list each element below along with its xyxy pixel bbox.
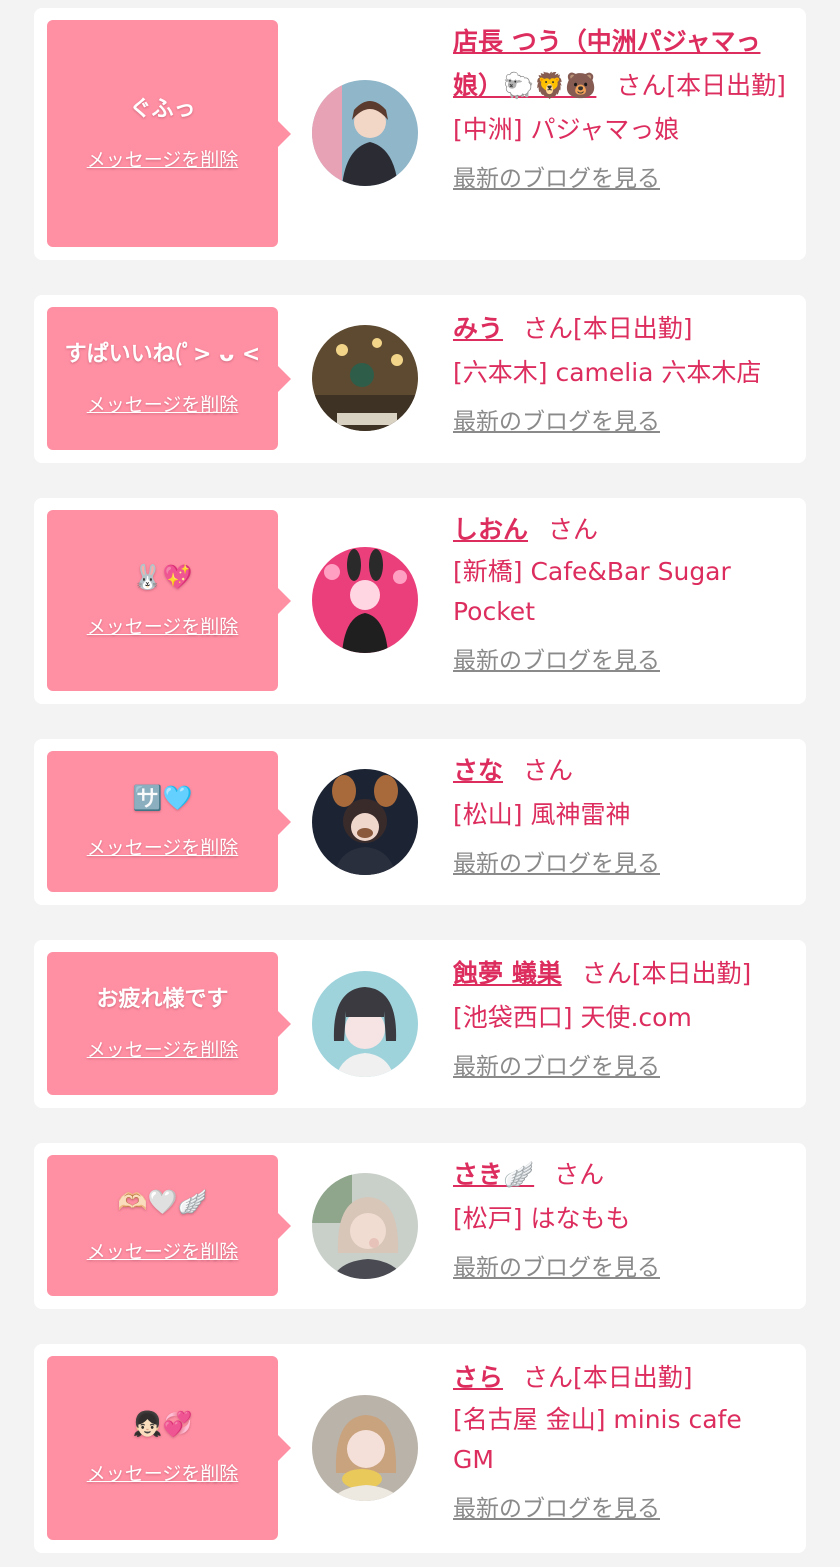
sender-info: 蝕夢 蟻巣 さん[本日出勤] [池袋西口] 天使.com 最新のブログを見る (453, 952, 793, 1088)
avatar[interactable] (312, 1173, 418, 1279)
message-card: ぐふっ メッセージを削除 店長 つう（中洲パジャマっ娘）🐑🦁🐻 さん[本日出勤] … (34, 8, 806, 260)
message-text: 👧🏻💞 (132, 1410, 193, 1438)
honorific: さん (554, 1160, 605, 1189)
message-bubble: 🈂️🩵 メッセージを削除 (47, 751, 291, 892)
message-text: 🈂️🩵 (132, 783, 193, 812)
sender-info: さな さん [松山] 風神雷神 最新のブログを見る (453, 749, 793, 885)
honorific: さん (523, 1363, 574, 1392)
message-bubble: お疲れ様です メッセージを削除 (47, 952, 291, 1095)
avatar-photo-icon (312, 1173, 418, 1279)
message-bubble: 🐰💖 メッセージを削除 (47, 510, 291, 691)
attendance-status: [本日出勤] (573, 1363, 693, 1392)
latest-blog-link[interactable]: 最新のブログを見る (453, 1494, 660, 1524)
message-card: 🈂️🩵 メッセージを削除 さな さん [松山] 風神雷神 最新のブログを見る (34, 739, 806, 905)
avatar-photo-icon (312, 547, 418, 653)
avatar[interactable] (312, 325, 418, 431)
delete-message-link[interactable]: メッセージを削除 (87, 617, 239, 637)
avatar[interactable] (312, 80, 418, 186)
latest-blog-link[interactable]: 最新のブログを見る (453, 1253, 660, 1283)
shop-name: [池袋西口] 天使.com (453, 1003, 692, 1032)
sender-info: みう さん[本日出勤] [六本木] camelia 六本木店 最新のブログを見る (453, 307, 793, 443)
avatar[interactable] (312, 1395, 418, 1501)
sender-info: しおん さん [新橋] Cafe&Bar Sugar Pocket 最新のブログを… (453, 508, 793, 682)
avatar-photo-icon (312, 1395, 418, 1501)
shop-name: [中洲] パジャマっ娘 (453, 115, 680, 144)
avatar-photo-icon (312, 971, 418, 1077)
avatar[interactable] (312, 971, 418, 1077)
message-text: すぱいいね(ﾟ> ᴗ < (64, 341, 261, 367)
avatar-photo-icon (312, 80, 418, 186)
message-bubble: ぐふっ メッセージを削除 (47, 20, 291, 247)
shop-name: [六本木] camelia 六本木店 (453, 358, 762, 387)
message-bubble: すぱいいね(ﾟ> ᴗ < メッセージを削除 (47, 307, 291, 450)
sender-info: さき🪽 さん [松戸] はなもも 最新のブログを見る (453, 1153, 793, 1289)
latest-blog-link[interactable]: 最新のブログを見る (453, 164, 660, 194)
avatar-photo-icon (312, 769, 418, 875)
attendance-status: [本日出勤] (631, 959, 752, 988)
delete-message-link[interactable]: メッセージを削除 (87, 1040, 239, 1060)
delete-message-link[interactable]: メッセージを削除 (87, 395, 239, 415)
shop-name: [松戸] はなもも (453, 1204, 631, 1233)
latest-blog-link[interactable]: 最新のブログを見る (453, 1052, 660, 1082)
delete-message-link[interactable]: メッセージを削除 (87, 1464, 239, 1484)
message-text: お疲れ様です (96, 986, 229, 1012)
sender-name-link[interactable]: みう (453, 314, 503, 343)
message-card: 👧🏻💞 メッセージを削除 さら さん[本日出勤] [名古屋 金山] minis c… (34, 1344, 806, 1553)
message-card: 🐰💖 メッセージを削除 しおん さん [新橋] Cafe&Bar Sugar Po… (34, 498, 806, 704)
latest-blog-link[interactable]: 最新のブログを見る (453, 849, 660, 879)
message-text: 🫶🏻🤍🪽 (117, 1187, 208, 1216)
avatar-photo-icon (312, 325, 418, 431)
sender-name-link[interactable]: 蝕夢 蟻巣 (453, 959, 562, 988)
delete-message-link[interactable]: メッセージを削除 (87, 1242, 239, 1262)
latest-blog-link[interactable]: 最新のブログを見る (453, 646, 660, 676)
sender-name-link[interactable]: しおん (453, 515, 528, 544)
honorific: さん (523, 314, 574, 343)
honorific: さん (523, 756, 574, 785)
message-card: お疲れ様です メッセージを削除 蝕夢 蟻巣 さん[本日出勤] [池袋西口] 天使.… (34, 940, 806, 1108)
message-card: すぱいいね(ﾟ> ᴗ < メッセージを削除 みう さん[本日出勤] [六本木] c… (34, 295, 806, 463)
avatar[interactable] (312, 547, 418, 653)
message-bubble: 👧🏻💞 メッセージを削除 (47, 1356, 291, 1540)
message-text: 🐰💖 (132, 562, 193, 591)
shop-name: [松山] 風神雷神 (453, 800, 631, 829)
honorific: さん (616, 71, 667, 100)
honorific: さん (548, 515, 599, 544)
shop-name: [名古屋 金山] minis cafe GM (453, 1405, 742, 1474)
delete-message-link[interactable]: メッセージを削除 (87, 150, 239, 170)
delete-message-link[interactable]: メッセージを削除 (87, 838, 239, 858)
sender-info: 店長 つう（中洲パジャマっ娘）🐑🦁🐻 さん[本日出勤] [中洲] パジャマっ娘 最… (453, 20, 793, 200)
message-text: ぐふっ (129, 96, 196, 122)
honorific: さん (581, 959, 632, 988)
message-bubble: 🫶🏻🤍🪽 メッセージを削除 (47, 1155, 291, 1296)
sender-name-link[interactable]: さな (453, 756, 503, 785)
avatar[interactable] (312, 769, 418, 875)
sender-name-link[interactable]: さき🪽 (453, 1160, 534, 1189)
message-card: 🫶🏻🤍🪽 メッセージを削除 さき🪽 さん [松戸] はなもも 最新のブログを見る (34, 1143, 806, 1309)
latest-blog-link[interactable]: 最新のブログを見る (453, 407, 660, 437)
shop-name: [新橋] Cafe&Bar Sugar Pocket (453, 557, 731, 626)
attendance-status: [本日出勤] (573, 314, 693, 343)
sender-info: さら さん[本日出勤] [名古屋 金山] minis cafe GM 最新のブログ… (453, 1356, 793, 1530)
attendance-status: [本日出勤] (666, 71, 786, 100)
sender-name-link[interactable]: さら (453, 1363, 503, 1392)
